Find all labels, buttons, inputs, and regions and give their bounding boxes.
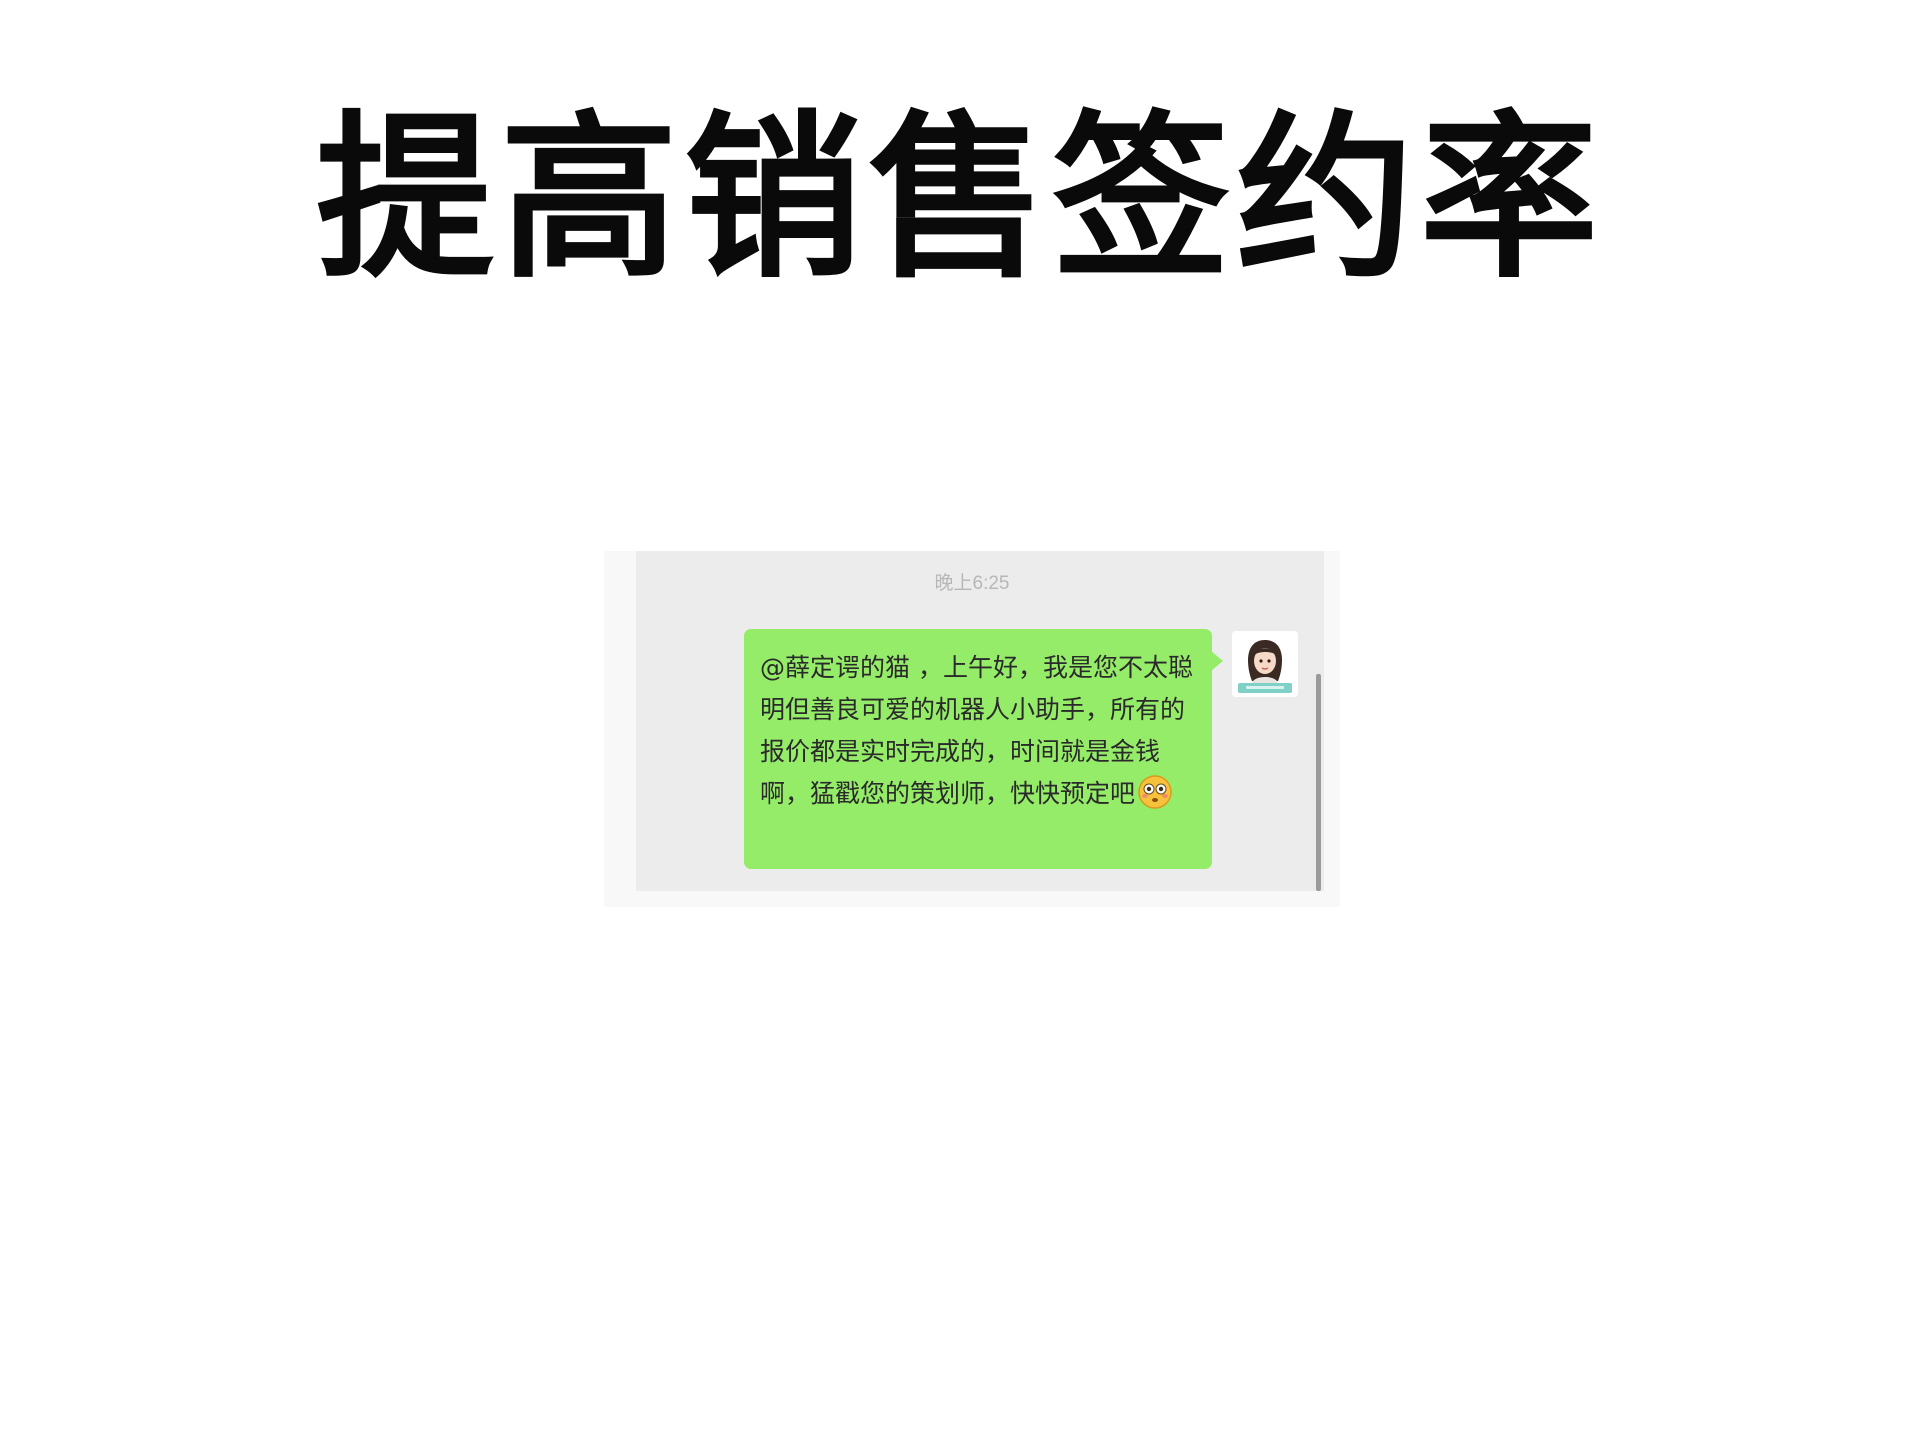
message-timestamp: 晚上6:25 bbox=[934, 573, 1010, 594]
chat-screenshot: 晚上6:25 @薛定谔的猫 ，上午好，我是您不太聪明但善良可爱的机器人小助手，所… bbox=[604, 551, 1340, 907]
chat-scrollbar[interactable] bbox=[1316, 674, 1321, 891]
avatar-girl-icon bbox=[1232, 631, 1298, 697]
avatar[interactable] bbox=[1232, 631, 1298, 697]
page-title: 提高销售签约率 bbox=[316, 95, 1604, 302]
message-bubble[interactable]: @薛定谔的猫 ，上午好，我是您不太聪明但善良可爱的机器人小助手，所有的报价都是实… bbox=[744, 629, 1223, 869]
message-text: @薛定谔的猫 ，上午好，我是您不太聪明但善良可爱的机器人小助手，所有的报价都是实… bbox=[760, 653, 1193, 808]
flushed-face-icon bbox=[1137, 774, 1173, 810]
